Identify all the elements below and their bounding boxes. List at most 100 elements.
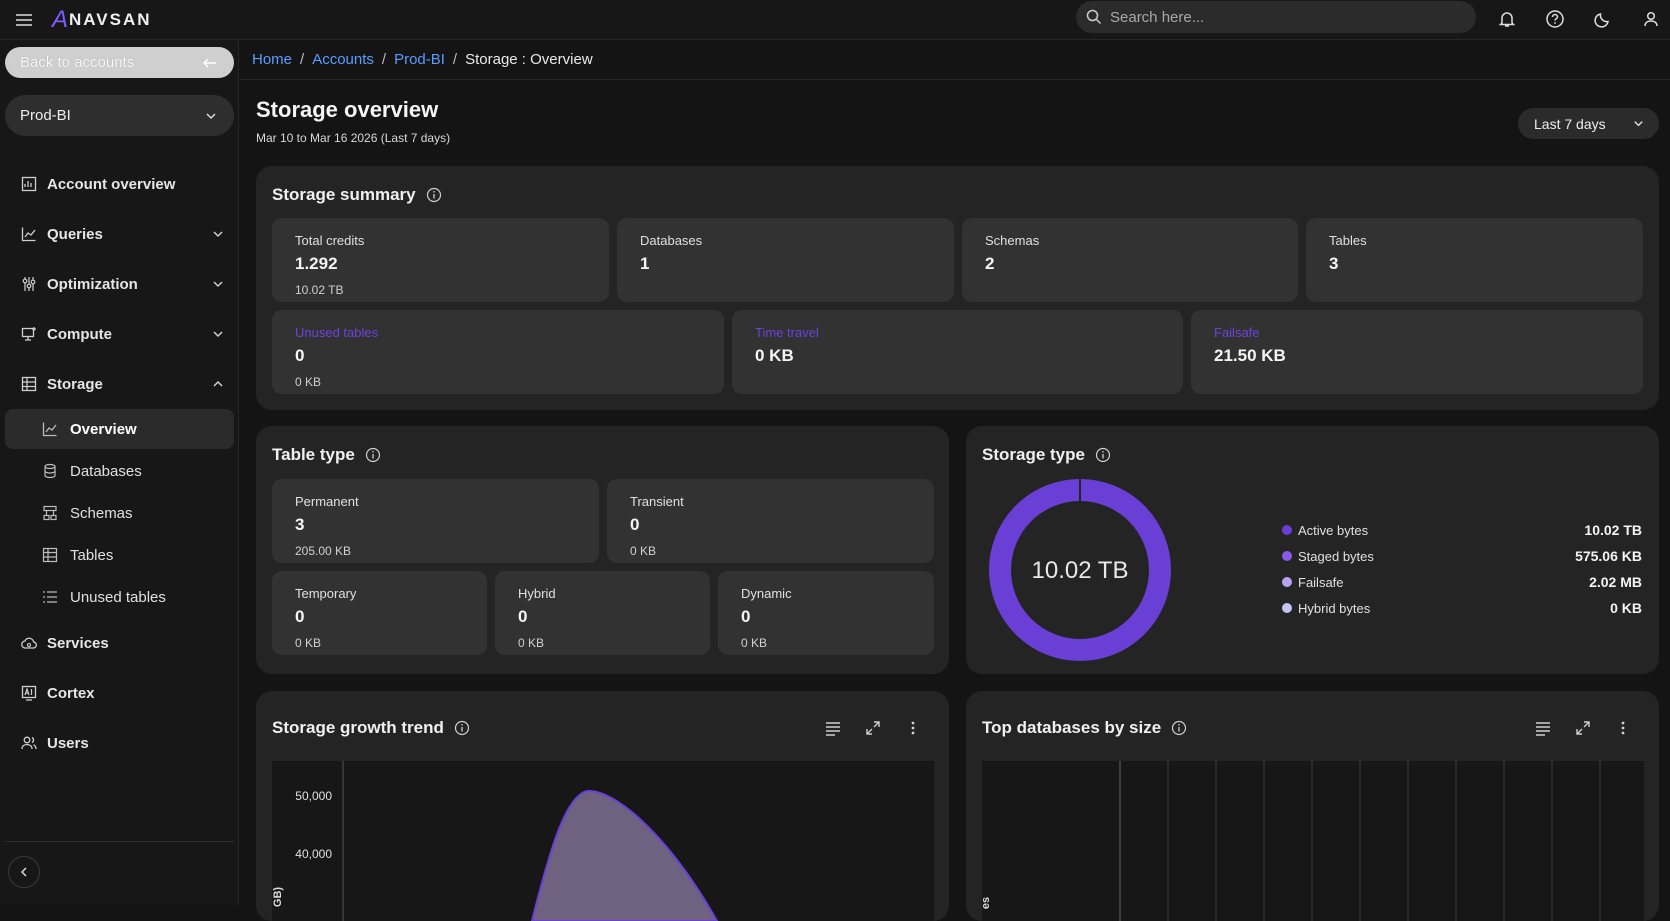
sub-nav-label: Schemas [70, 504, 133, 522]
collapse-sidebar-button[interactable] [8, 856, 40, 888]
user-icon[interactable] [1639, 7, 1663, 31]
legend-toggle-icon[interactable] [823, 718, 843, 738]
legend-hybrid-bytes[interactable]: Hybrid bytes 0 KB [1282, 599, 1642, 617]
more-vertical-icon[interactable] [1613, 718, 1633, 738]
storage-donut-chart[interactable]: 10.02 TB [988, 478, 1172, 662]
breadcrumb: Home / Accounts / Prod-BI / Storage : Ov… [240, 40, 1670, 80]
nav-storage[interactable]: Storage [20, 370, 225, 398]
logo-text: NAVSAN [69, 10, 152, 29]
account-selected: Prod-BI [20, 107, 71, 124]
menu-icon[interactable] [14, 10, 34, 30]
tile-value: 3 [295, 515, 305, 534]
info-icon[interactable] [454, 720, 470, 736]
nav-queries[interactable]: Queries [20, 220, 225, 248]
failsafe-tile[interactable]: Failsafe 21.50 KB [1191, 310, 1643, 394]
tile-sub: 0 KB [741, 636, 768, 650]
tile-label: Schemas [985, 233, 1040, 248]
tile-label: Time travel [755, 325, 819, 340]
sub-nav-schemas[interactable]: Schemas [5, 493, 234, 533]
databases-tile[interactable]: Databases 1 [617, 218, 954, 302]
top-databases-chart-svg[interactable] [1119, 761, 1644, 921]
unused-tables-tile[interactable]: Unused tables 0 0 KB [272, 310, 724, 394]
sub-nav-databases[interactable]: Databases [5, 451, 234, 491]
nav-label: Account overview [47, 175, 176, 193]
nav-account-overview[interactable]: Account overview [20, 170, 225, 198]
donut-center-label: 10.02 TB [1032, 557, 1129, 584]
chevron-down-icon [213, 331, 223, 338]
app-logo[interactable]: A NAVSAN [52, 5, 152, 35]
storage-icon [20, 376, 37, 393]
tables-tile[interactable]: Tables 3 [1306, 218, 1643, 302]
monitor-icon [20, 326, 37, 343]
info-icon[interactable] [426, 187, 442, 203]
account-select[interactable]: Prod-BI [5, 95, 234, 136]
bell-icon[interactable] [1495, 7, 1519, 31]
date-range-select[interactable]: Last 7 days [1518, 108, 1659, 139]
top-bar: A NAVSAN [0, 0, 1670, 40]
search-box[interactable] [1076, 1, 1476, 33]
nav-label: Optimization [47, 275, 138, 293]
storage-growth-card: Storage growth trend 50,000 40,000 GB) [256, 691, 949, 921]
info-icon[interactable] [1171, 720, 1187, 736]
card-title: Storage summary [272, 185, 442, 205]
growth-chart-svg[interactable] [342, 761, 932, 921]
legend-value: 10.02 TB [1584, 522, 1642, 538]
sidebar: Back to accounts Prod-BI Account overvie… [0, 40, 239, 905]
top-databases-card: Top databases by size es [966, 691, 1659, 921]
growth-area-series[interactable] [530, 789, 719, 921]
tile-label: Dynamic [741, 586, 792, 601]
breadcrumb-accounts[interactable]: Accounts [312, 51, 374, 68]
legend-active-bytes[interactable]: Active bytes 10.02 TB [1282, 521, 1642, 539]
sub-nav-label: Unused tables [70, 588, 166, 606]
growth-plot-area: 50,000 40,000 GB) [272, 761, 934, 921]
tile-value: 2 [985, 254, 995, 273]
dashboard-icon [20, 176, 37, 193]
breadcrumb-separator: / [300, 51, 305, 68]
more-vertical-icon[interactable] [903, 718, 923, 738]
breadcrumb-account[interactable]: Prod-BI [394, 51, 445, 68]
nav-users[interactable]: Users [20, 729, 225, 757]
back-to-accounts-button[interactable]: Back to accounts [5, 47, 234, 78]
info-icon[interactable] [1095, 447, 1111, 463]
expand-icon[interactable] [1573, 718, 1593, 738]
legend-staged-bytes[interactable]: Staged bytes 575.06 KB [1282, 547, 1642, 565]
chevron-up-icon [213, 380, 223, 387]
tile-label: Transient [630, 494, 684, 509]
sub-nav-overview[interactable]: Overview [5, 409, 234, 449]
legend-toggle-icon[interactable] [1533, 718, 1553, 738]
moon-icon[interactable] [1591, 7, 1615, 31]
schemas-tile[interactable]: Schemas 2 [962, 218, 1298, 302]
legend-label: Active bytes [1298, 522, 1369, 538]
storage-type-title: Storage type [982, 445, 1085, 464]
nav-services[interactable]: Services [20, 629, 225, 657]
storage-summary-title: Storage summary [272, 185, 416, 204]
page-subtitle: Mar 10 to Mar 16 2026 (Last 7 days) [256, 131, 451, 145]
logo-mark: A [52, 6, 69, 33]
tile-value: 0 [295, 346, 305, 365]
sub-nav-label: Overview [70, 420, 137, 438]
search-input[interactable] [1110, 8, 1450, 26]
expand-icon[interactable] [863, 718, 883, 738]
tile-value: 1 [640, 254, 650, 273]
nav-cortex[interactable]: Cortex [20, 679, 225, 707]
cloud-icon [20, 635, 37, 652]
database-icon [42, 463, 58, 479]
breadcrumb-separator: / [452, 51, 458, 68]
tile-sub: 0 KB [295, 636, 322, 650]
sub-nav-unused-tables[interactable]: Unused tables [5, 577, 234, 617]
breadcrumb-home[interactable]: Home [252, 51, 292, 68]
time-travel-tile[interactable]: Time travel 0 KB [732, 310, 1183, 394]
legend-dot [1282, 551, 1292, 561]
legend-failsafe[interactable]: Failsafe 2.02 MB [1282, 573, 1642, 591]
card-title: Top databases by size [982, 718, 1187, 738]
tile-label: Permanent [295, 494, 359, 509]
chevron-down-icon [213, 281, 223, 288]
info-icon[interactable] [365, 447, 381, 463]
nav-compute[interactable]: Compute [20, 320, 225, 348]
sub-nav-tables[interactable]: Tables [5, 535, 234, 575]
tile-sub: 205.00 KB [295, 544, 352, 558]
nav-optimization[interactable]: Optimization [20, 270, 225, 298]
table-type-card: Table type Permanent 3 205.00 KB Transie… [256, 426, 949, 674]
help-icon[interactable] [1543, 7, 1567, 31]
nav-label: Compute [47, 325, 112, 343]
